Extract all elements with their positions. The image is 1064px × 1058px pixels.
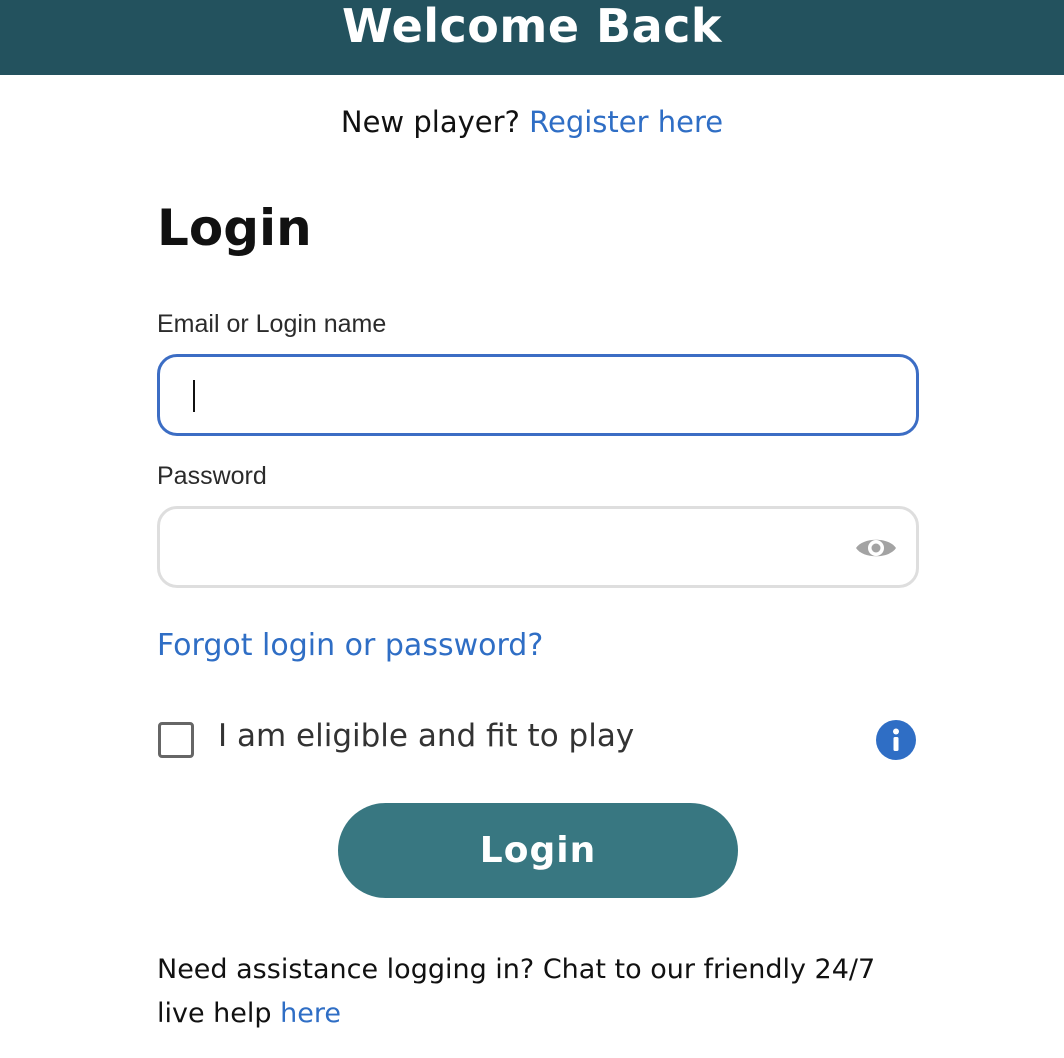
- forgot-password-link[interactable]: Forgot login or password?: [157, 624, 543, 668]
- assistance-message: Need assistance logging in? Chat to our …: [157, 948, 917, 1036]
- eye-icon[interactable]: [854, 533, 898, 563]
- eligibility-label[interactable]: I am eligible and fit to play: [218, 714, 634, 758]
- password-input[interactable]: [160, 509, 916, 585]
- login-heading: Login: [157, 199, 312, 257]
- text-caret: [193, 380, 195, 412]
- email-field[interactable]: [157, 354, 919, 436]
- eligibility-row: I am eligible and fit to play: [157, 714, 919, 764]
- email-label: Email or Login name: [157, 310, 387, 338]
- password-label: Password: [157, 462, 267, 490]
- live-help-link[interactable]: here: [280, 998, 341, 1029]
- page-title: Welcome Back: [341, 0, 723, 53]
- register-prompt-text: New player?: [340, 105, 520, 139]
- page-header: Welcome Back: [0, 0, 1064, 75]
- email-input[interactable]: [160, 357, 916, 433]
- login-button[interactable]: Login: [338, 803, 738, 898]
- password-field[interactable]: [157, 506, 919, 588]
- eligibility-checkbox[interactable]: [158, 722, 194, 758]
- assistance-text: Need assistance logging in? Chat to our …: [157, 954, 876, 1029]
- register-link[interactable]: Register here: [529, 105, 723, 139]
- info-icon[interactable]: [876, 720, 916, 760]
- register-prompt: New player? Register here: [0, 100, 1064, 144]
